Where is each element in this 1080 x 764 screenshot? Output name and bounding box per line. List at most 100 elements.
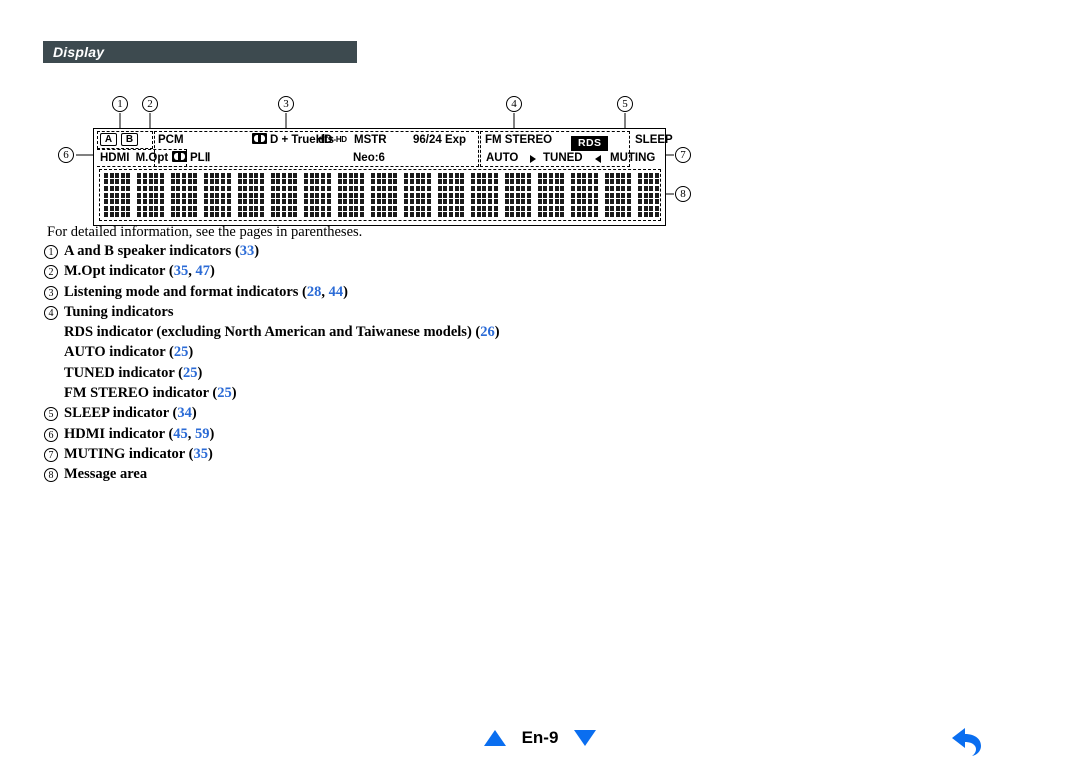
matrix-dot: [237, 179, 242, 185]
matrix-dot: [487, 192, 492, 198]
matrix-dot: [187, 179, 192, 185]
matrix-dot: [215, 212, 220, 218]
matrix-dot: [115, 172, 120, 178]
matrix-dot: [360, 212, 364, 218]
matrix-dot: [610, 205, 615, 211]
message-char-cell: [437, 172, 465, 218]
matrix-dot: [571, 205, 576, 211]
matrix-dot: [487, 212, 492, 218]
message-char-cell: [504, 172, 531, 218]
page-reference[interactable]: 33: [240, 243, 255, 259]
message-char-cell: [471, 172, 498, 218]
matrix-dot: [493, 205, 498, 211]
page-reference[interactable]: 26: [480, 324, 495, 340]
matrix-dot: [181, 172, 186, 178]
matrix-dot: [276, 179, 281, 185]
matrix-dot: [543, 172, 548, 178]
page-reference[interactable]: 35: [174, 263, 189, 279]
matrix-dot: [120, 212, 125, 218]
matrix-dot: [371, 205, 375, 211]
page-reference[interactable]: 47: [195, 263, 210, 279]
page-reference[interactable]: 25: [217, 385, 232, 401]
matrix-dot: [220, 199, 225, 205]
rds-indicator-wrap: RDS: [571, 133, 609, 151]
matrix-dot: [415, 185, 420, 191]
triangle-right-icon: [530, 155, 536, 163]
page-reference[interactable]: 28: [307, 284, 322, 300]
matrix-dot: [293, 205, 298, 211]
matrix-dot: [615, 205, 620, 211]
matrix-dot: [354, 185, 359, 191]
matrix-dot: [348, 172, 353, 178]
matrix-dot: [382, 172, 387, 178]
page-reference[interactable]: 34: [177, 405, 192, 421]
matrix-dot: [321, 172, 326, 178]
matrix-dot: [582, 199, 587, 205]
matrix-dot: [660, 186, 661, 191]
callout-number-5: 5: [617, 96, 633, 112]
legend-item-text: Tuning indicators: [64, 302, 564, 322]
legend-item: 3 Listening mode and format indicators (2…: [44, 282, 564, 302]
matrix-dot: [259, 179, 264, 185]
matrix-dot: [226, 185, 231, 191]
matrix-dot: [404, 192, 409, 198]
matrix-dot: [326, 172, 331, 178]
matrix-dot: [426, 205, 431, 211]
matrix-dot: [593, 179, 598, 185]
matrix-dot: [137, 172, 142, 178]
matrix-dot: [204, 179, 209, 185]
matrix-dot: [176, 205, 181, 211]
matrix-dot: [309, 172, 314, 178]
matrix-dot: [187, 205, 192, 211]
matrix-dot: [627, 199, 631, 205]
return-arrow-icon[interactable]: [947, 722, 987, 758]
matrix-dot: [471, 212, 476, 218]
matrix-dot: [476, 179, 481, 185]
triangle-up-icon[interactable]: [483, 730, 506, 746]
matrix-dot: [321, 192, 326, 198]
legend-item: AUTO indicator (25): [44, 342, 564, 362]
matrix-dot: [443, 185, 448, 191]
matrix-dot: [504, 199, 509, 205]
matrix-dot: [554, 192, 559, 198]
legend-text-run: ,: [321, 283, 329, 300]
matrix-dot: [487, 205, 492, 211]
matrix-dot: [115, 199, 120, 205]
matrix-dot: [621, 199, 626, 205]
matrix-dot: [321, 212, 326, 218]
matrix-dot: [454, 179, 459, 185]
page-reference[interactable]: 25: [174, 344, 189, 360]
legend-item-text: Message area: [64, 464, 564, 484]
matrix-dot: [521, 212, 526, 218]
matrix-dot: [115, 212, 120, 218]
page-reference[interactable]: 59: [195, 426, 210, 442]
matrix-dot: [582, 205, 587, 211]
matrix-dot: [282, 185, 287, 191]
triangle-down-icon[interactable]: [574, 730, 597, 746]
hdmi-mopt-indicator: HDMI M.Opt: [100, 150, 168, 166]
matrix-dot: [493, 192, 498, 198]
matrix-dot: [287, 179, 292, 185]
matrix-dot: [115, 179, 120, 185]
matrix-dot: [437, 199, 442, 205]
matrix-dot: [226, 205, 231, 211]
legend-text-run: MUTING indicator (: [64, 445, 194, 462]
matrix-dot: [543, 179, 548, 185]
matrix-dot: [554, 179, 559, 185]
message-char-cell: [270, 172, 298, 218]
matrix-dot: [248, 212, 253, 218]
page-reference[interactable]: 44: [329, 284, 344, 300]
matrix-dot: [348, 212, 353, 218]
matrix-dot: [654, 179, 659, 185]
page-reference[interactable]: 25: [183, 365, 198, 381]
matrix-dot: [437, 192, 442, 198]
matrix-dot: [382, 192, 387, 198]
matrix-dot: [360, 172, 364, 178]
matrix-dot: [643, 212, 648, 218]
matrix-dot: [226, 172, 231, 178]
page-reference[interactable]: 45: [173, 426, 188, 442]
matrix-dot: [448, 185, 453, 191]
matrix-dot: [521, 172, 526, 178]
matrix-dot: [220, 172, 225, 178]
page-reference[interactable]: 35: [193, 446, 208, 462]
